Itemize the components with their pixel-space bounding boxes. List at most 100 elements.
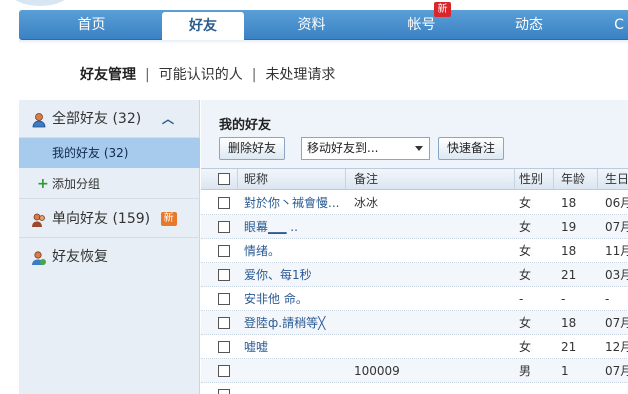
row-checkbox[interactable] [218, 317, 230, 329]
cell-note: 冰冰 [354, 196, 379, 210]
cell-note [354, 239, 509, 263]
user-group-icon [32, 113, 46, 128]
cell-note [354, 311, 509, 335]
separator: | [145, 67, 150, 83]
cell-gender: - [519, 292, 524, 306]
header-birthday[interactable]: 生日 [605, 169, 628, 189]
row-checkbox[interactable] [218, 389, 230, 394]
page-title: 我的好友 [219, 118, 272, 133]
nav-home[interactable]: 首页 [19, 10, 164, 40]
cell-birthday: 12月 [605, 340, 628, 354]
table-row[interactable] [201, 383, 628, 394]
select-all-checkbox[interactable] [218, 173, 230, 185]
cell-age: 18 [561, 316, 577, 330]
cell-gender [519, 383, 549, 394]
cell-birthday: 07月 [605, 316, 628, 330]
subtab-friend-manage[interactable]: 好友管理 [80, 64, 136, 84]
table-row[interactable]: 眼幕▁▁ .. 女 19 07月 [201, 215, 628, 239]
sidebar-my-friends[interactable]: 我的好友 (32) [19, 138, 200, 168]
cell-age: 18 [561, 196, 577, 210]
table-row[interactable]: 登陸ф.請稍等╳ 女 18 07月 [201, 311, 628, 335]
new-tag-badge: 新 [160, 212, 177, 226]
header-age[interactable]: 年龄 [561, 169, 585, 189]
row-checkbox[interactable] [218, 269, 230, 281]
table-row[interactable]: 安非他 命。 - - - [201, 287, 628, 311]
cell-note: 100009 [354, 364, 400, 378]
cell-birthday: 03月 [605, 268, 628, 282]
sub-tabs: 好友管理 | 可能认识的人 | 未处理请求 [80, 64, 335, 84]
cell-note [354, 287, 509, 311]
table-row[interactable]: 爱你、每1秒 女 21 03月 [201, 263, 628, 287]
cell-nickname[interactable]: 嘘嘘 [244, 335, 344, 359]
header-note[interactable]: 备注 [354, 169, 378, 189]
cell-nickname[interactable] [244, 359, 344, 383]
cell-nickname[interactable]: 眼幕▁▁ .. [244, 215, 344, 239]
cell-age: 19 [561, 220, 577, 234]
cell-nickname[interactable]: 情绪。 [244, 239, 344, 263]
cell-nickname[interactable]: 爱你、每1秒 [244, 263, 344, 287]
friend-list-panel: 我的好友 删除好友 移动好友到... 快速备注 昵称 备注 性别 年龄 生日 對… [201, 100, 628, 394]
cell-note [354, 263, 509, 287]
cell-gender: 女 [519, 268, 532, 282]
cell-birthday: 07月 [605, 220, 628, 234]
chevron-up-icon[interactable]: ︿ [162, 100, 174, 138]
cell-gender: 女 [519, 196, 532, 210]
sidebar-all-friends-label: 全部好友 (32) [52, 111, 142, 127]
user-recover-icon [32, 251, 46, 265]
nav-feed[interactable]: 动态 [479, 10, 579, 40]
main-nav: 首页 好友 资料 帐号 动态 C 新 [19, 2, 628, 42]
sidebar-all-friends[interactable]: 全部好友 (32) ︿ [19, 100, 200, 138]
sidebar-one-way[interactable]: 单向好友 (159) 新 [19, 200, 200, 238]
header-nickname[interactable]: 昵称 [244, 169, 268, 189]
row-checkbox[interactable] [218, 365, 230, 377]
column-divider [597, 169, 598, 189]
subtab-pending[interactable]: 未处理请求 [265, 64, 335, 84]
plus-icon: + [37, 176, 49, 192]
cell-nickname[interactable]: 登陸ф.請稍等╳ [244, 311, 344, 335]
cell-gender: 女 [519, 340, 532, 354]
cell-age: 21 [561, 340, 577, 354]
column-divider [514, 169, 515, 189]
cell-gender: 女 [519, 220, 532, 234]
sidebar-add-group[interactable]: + 添加分组 [19, 169, 200, 199]
cell-gender: 男 [519, 364, 532, 378]
cell-nickname[interactable]: 安非他 命。 [244, 287, 344, 311]
column-divider [345, 169, 346, 189]
nav-profile[interactable]: 资料 [259, 10, 364, 40]
cell-note [354, 335, 509, 359]
cell-birthday [605, 383, 628, 394]
cell-age: 18 [561, 244, 577, 258]
cell-note [354, 215, 509, 239]
row-checkbox[interactable] [218, 245, 230, 257]
table-header: 昵称 备注 性别 年龄 生日 [201, 168, 628, 190]
header-gender[interactable]: 性别 [519, 169, 543, 189]
cell-birthday: - [605, 292, 610, 306]
move-friend-select[interactable]: 移动好友到... [301, 137, 430, 160]
cell-age: 21 [561, 268, 577, 282]
new-badge: 新 [434, 2, 451, 17]
move-friend-select-value: 移动好友到... [307, 141, 379, 155]
table-row[interactable]: 對於你丶祴會慢... 冰冰 女 18 06月 [201, 191, 628, 215]
nav-friends[interactable]: 好友 [162, 12, 244, 42]
cell-nickname[interactable] [244, 383, 344, 394]
subtab-maybe-know[interactable]: 可能认识的人 [159, 64, 243, 84]
logo-fragment [10, 0, 70, 6]
cell-birthday: 07月 [605, 364, 628, 378]
row-checkbox[interactable] [218, 221, 230, 233]
delete-friend-button[interactable]: 删除好友 [219, 137, 286, 160]
row-checkbox[interactable] [218, 341, 230, 353]
table-row[interactable]: 100009 男 1 07月 [201, 359, 628, 383]
quick-note-button[interactable]: 快速备注 [438, 137, 505, 160]
nav-account[interactable]: 帐号 [369, 10, 474, 40]
sidebar-recover[interactable]: 好友恢复 [19, 238, 200, 276]
cell-age: 1 [561, 364, 569, 378]
row-checkbox[interactable] [218, 197, 230, 209]
table-row[interactable]: 嘘嘘 女 21 12月 [201, 335, 628, 359]
nav-more[interactable]: C [604, 10, 628, 40]
row-checkbox[interactable] [218, 293, 230, 305]
table-row[interactable]: 情绪。 女 18 11月 [201, 239, 628, 263]
sidebar-one-way-label: 单向好友 (159) [52, 211, 151, 227]
sidebar-recover-label: 好友恢复 [52, 249, 108, 265]
cell-nickname[interactable]: 對於你丶祴會慢... [244, 191, 344, 215]
cell-gender: 女 [519, 316, 532, 330]
